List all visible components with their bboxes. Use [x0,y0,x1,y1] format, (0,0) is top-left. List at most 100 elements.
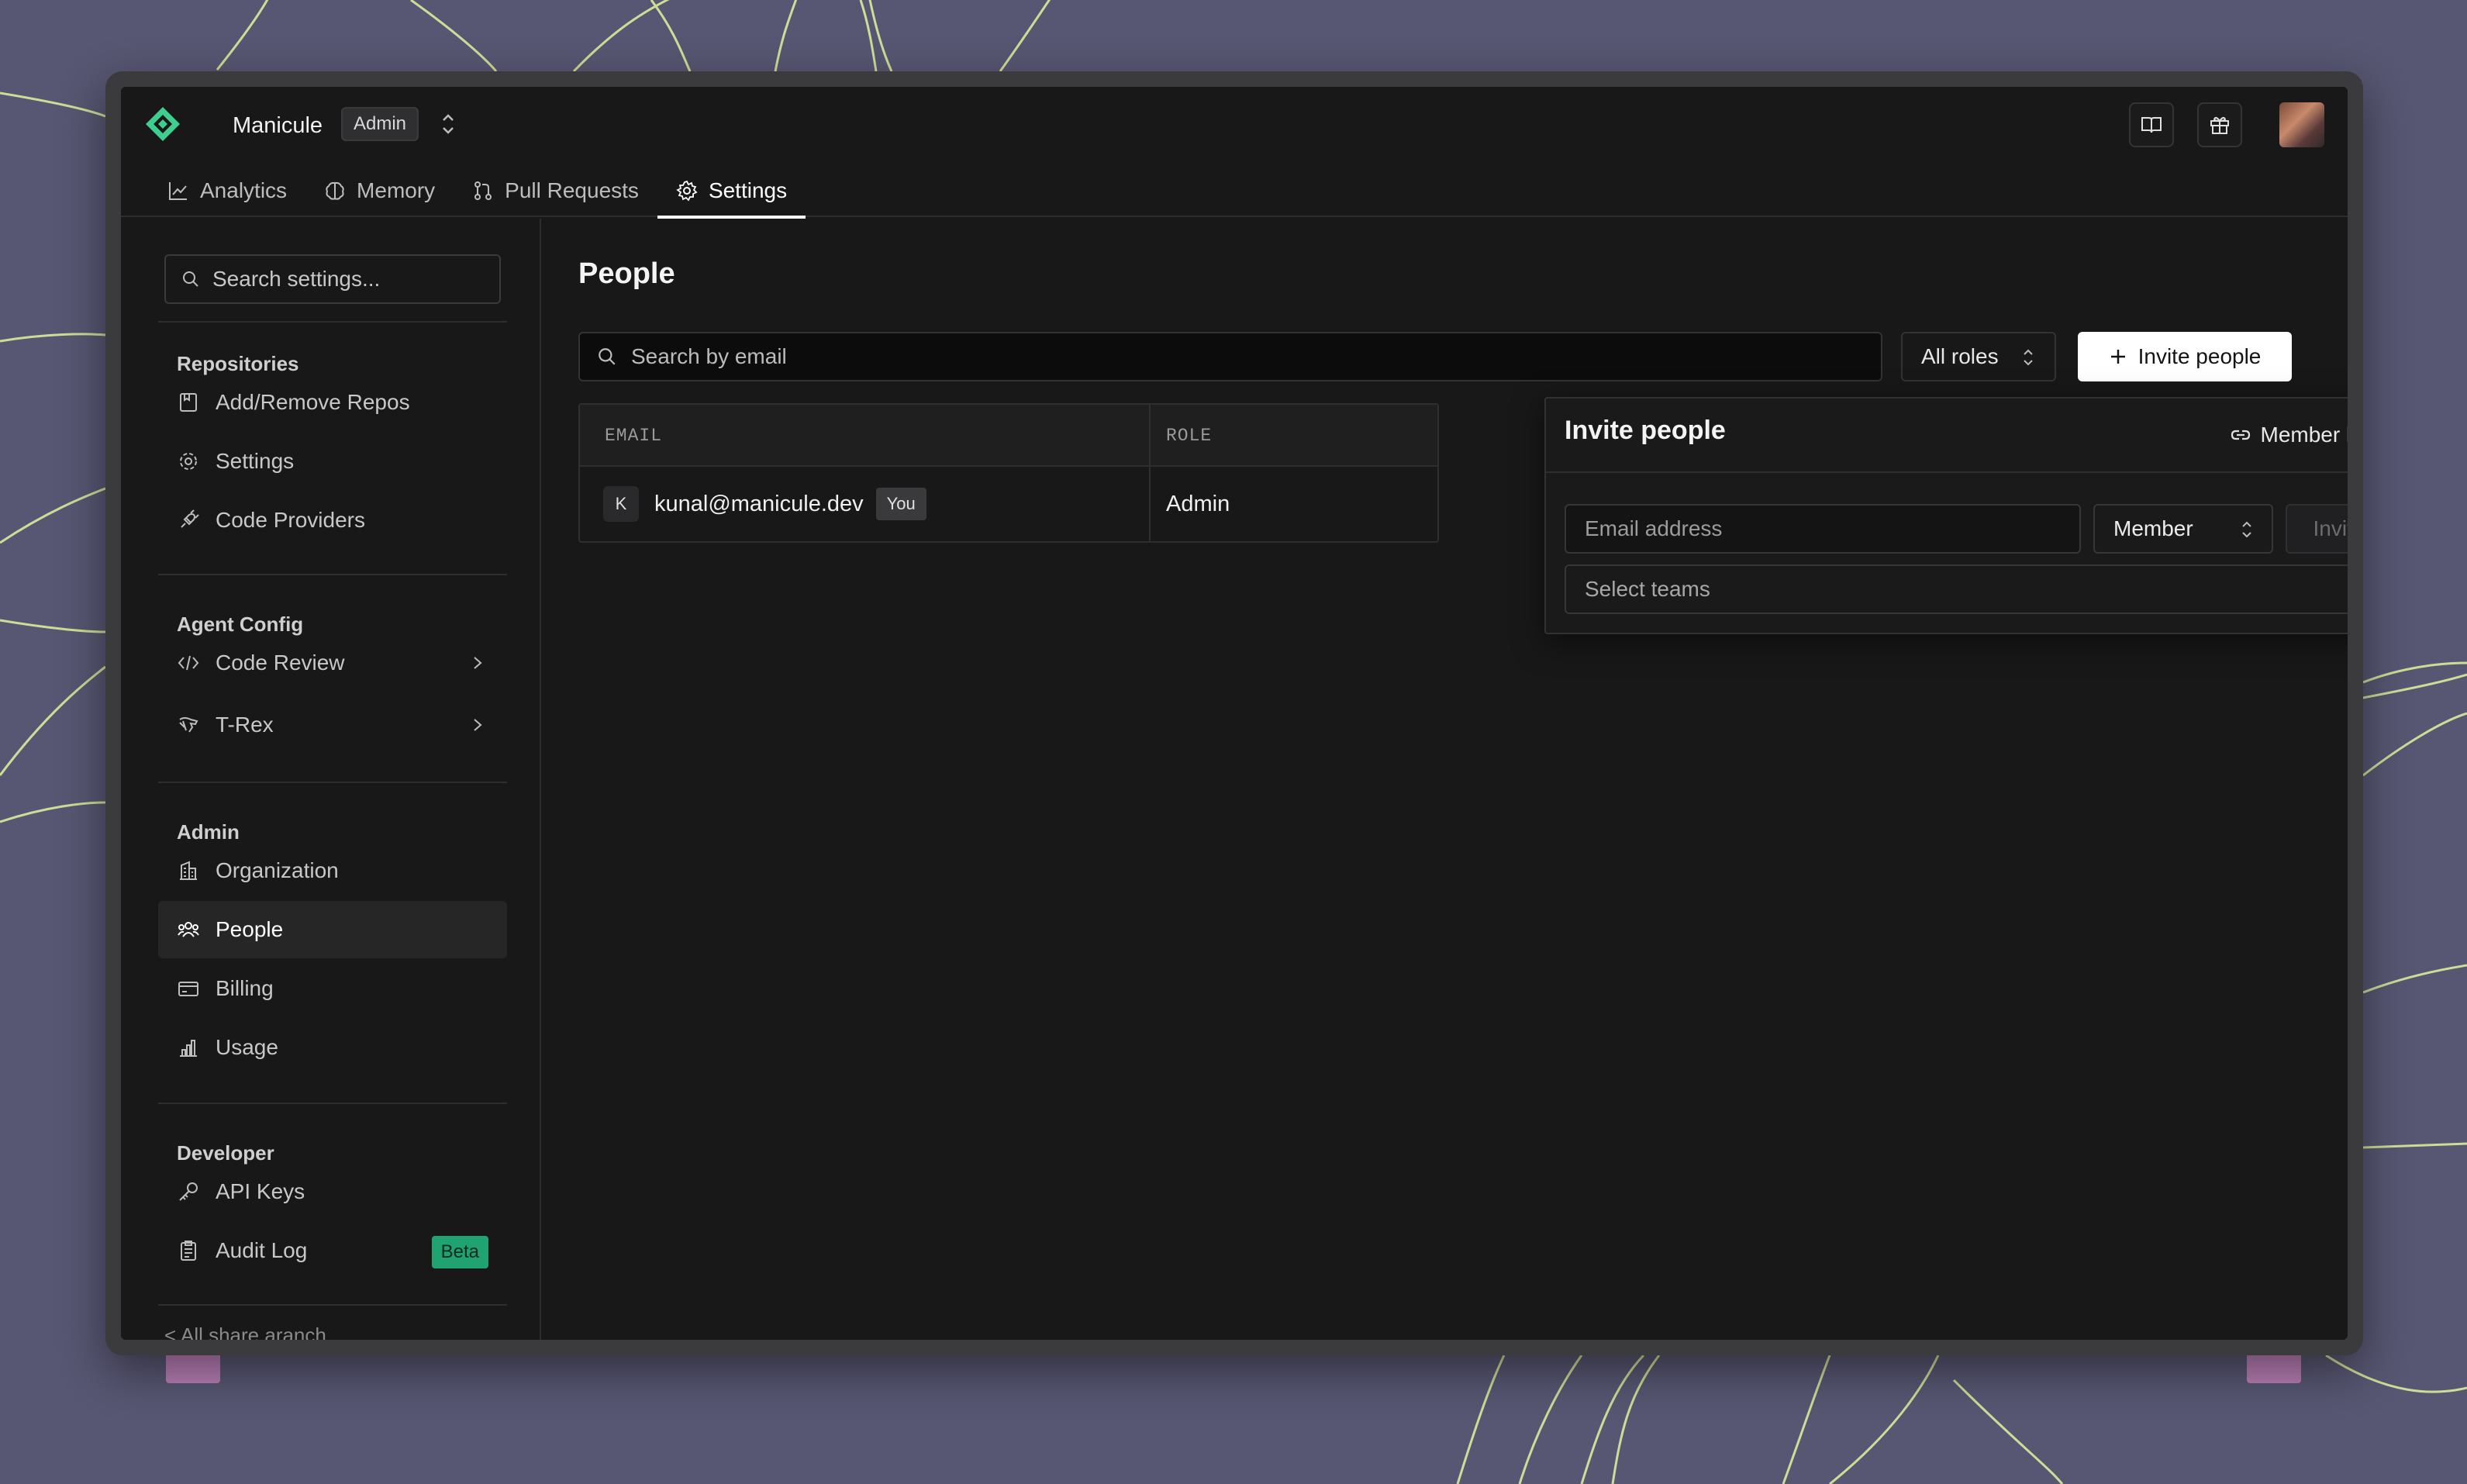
section-heading-developer: Developer [177,1141,274,1165]
sidebar-item-label: Organization [216,858,339,882]
divider [158,1304,507,1306]
tab-label: Memory [357,178,436,202]
plus-icon [2110,350,2125,364]
member-link-button[interactable]: Member link [2230,416,2348,454]
user-initial-avatar: K [603,486,639,522]
sidebar-item-label: Code Review [216,651,345,675]
divider [158,782,507,783]
all-settings-link[interactable]: < All share aranch [164,1324,326,1340]
bar-chart-icon [180,1040,197,1057]
book-open-icon [2141,117,2162,133]
chevron-right-icon [474,719,482,731]
link-icon [2231,430,2250,440]
invite-people-label: Invite people [2137,344,2262,368]
tab-pull-requests[interactable]: Pull Requests [454,167,657,214]
invite-submit-button[interactable]: Invite [2286,504,2348,554]
roles-filter-value: All roles [1921,344,1999,368]
top-bar: Manicule Admin Analytics Memory Pull Req… [121,87,2348,219]
window-tab-left [166,1351,220,1383]
user-role[interactable]: Admin [1166,467,1230,541]
chevron-right-icon [474,657,482,669]
divider [158,321,507,323]
email-search[interactable] [578,332,1882,381]
sidebar-item-audit-log[interactable]: Audit Log Beta [158,1222,507,1279]
select-teams-placeholder: Select teams [1585,577,1710,601]
sidebar-item-label: Settings [216,449,295,473]
settings-search[interactable] [164,254,501,304]
page-title: People [578,257,675,290]
credit-card-icon [178,982,198,996]
column-header-email[interactable]: EMAIL [605,405,662,467]
invite-role-select[interactable]: Member [2093,504,2273,554]
people-table: EMAIL ROLE K kunal@manicule.dev You Admi… [578,403,1439,543]
docs-button[interactable] [2129,102,2174,147]
search-icon [183,271,198,287]
sidebar-item-repo-settings[interactable]: Settings [158,433,507,490]
tab-analytics[interactable]: Analytics [149,167,305,214]
users-icon [178,922,199,937]
settings-search-input[interactable] [212,267,492,292]
sidebar-item-label: API Keys [216,1179,305,1203]
app-window: Manicule Admin Analytics Memory Pull Req… [105,71,2363,1355]
tab-settings[interactable]: Settings [657,167,806,219]
sidebar-item-label: People [216,917,284,941]
sidebar-item-billing[interactable]: Billing [158,960,507,1017]
org-name[interactable]: Manicule [233,110,323,141]
gear-icon [180,453,197,470]
invite-people-popover: Invite people Member link Member Invite … [1544,397,2348,634]
chevron-up-down-icon [2024,349,2033,366]
popover-title: Invite people [1565,416,1726,445]
search-icon [599,348,616,365]
select-teams-dropdown[interactable]: Select teams [1565,564,2348,614]
org-role-badge: Admin [341,107,419,141]
clipboard-icon [181,1241,196,1261]
sidebar-item-people[interactable]: People [158,901,507,958]
roles-filter-select[interactable]: All roles [1901,332,2056,381]
chart-line-icon [169,182,187,200]
tab-label: Analytics [200,178,288,202]
code-icon [178,655,199,671]
invite-email-input[interactable] [1585,516,2065,541]
sidebar-item-t-rex[interactable]: T-Rex [158,696,507,754]
sidebar-item-api-keys[interactable]: API Keys [158,1163,507,1220]
table-row[interactable]: K kunal@manicule.dev You [603,467,926,541]
window-tab-right [2247,1351,2301,1383]
invite-email-field[interactable] [1565,504,2081,554]
member-link-label: Member link [2260,423,2348,447]
user-avatar[interactable] [2279,102,2324,147]
section-heading-admin: Admin [177,820,240,844]
email-search-input[interactable] [631,344,1794,369]
settings-sidebar: Repositories Add/Remove Repos Settings C… [121,219,541,1340]
app-screen: Manicule Admin Analytics Memory Pull Req… [121,87,2348,1340]
table-header: EMAIL ROLE [580,405,1437,467]
key-icon [179,1182,198,1201]
you-badge: You [875,488,926,520]
chevron-up-down-icon [2242,521,2251,538]
invite-people-button[interactable]: Invite people [2078,332,2292,381]
divider [158,574,507,575]
tab-label: Pull Requests [505,178,639,202]
user-email: kunal@manicule.dev [654,491,864,516]
divider [1546,471,2348,473]
gift-button[interactable] [2197,102,2242,147]
plug-icon [181,509,199,528]
sidebar-item-label: T-Rex [216,713,274,737]
main-content: People All roles Invite people EMAIL ROL… [543,219,2348,1340]
sidebar-item-add-remove-repos[interactable]: Add/Remove Repos [158,374,507,431]
tab-memory[interactable]: Memory [305,167,454,214]
gift-icon [2210,116,2229,134]
section-heading-agent-config: Agent Config [177,613,304,636]
manicule-logo-icon[interactable] [144,105,181,143]
sidebar-item-label: Audit Log [216,1238,308,1262]
building-icon [180,861,197,880]
column-header-role[interactable]: ROLE [1166,405,1212,467]
nav-tabs: Analytics Memory Pull Requests Settings [149,167,806,219]
sidebar-item-code-review[interactable]: Code Review [158,634,507,692]
sidebar-item-usage[interactable]: Usage [158,1019,507,1076]
sidebar-item-label: Billing [216,976,274,1000]
chevron-up-down-icon[interactable] [439,110,457,138]
sidebar-item-organization[interactable]: Organization [158,842,507,899]
sidebar-item-code-providers[interactable]: Code Providers [158,492,507,549]
invite-role-value: Member [2113,516,2193,540]
tab-label: Settings [708,178,788,202]
